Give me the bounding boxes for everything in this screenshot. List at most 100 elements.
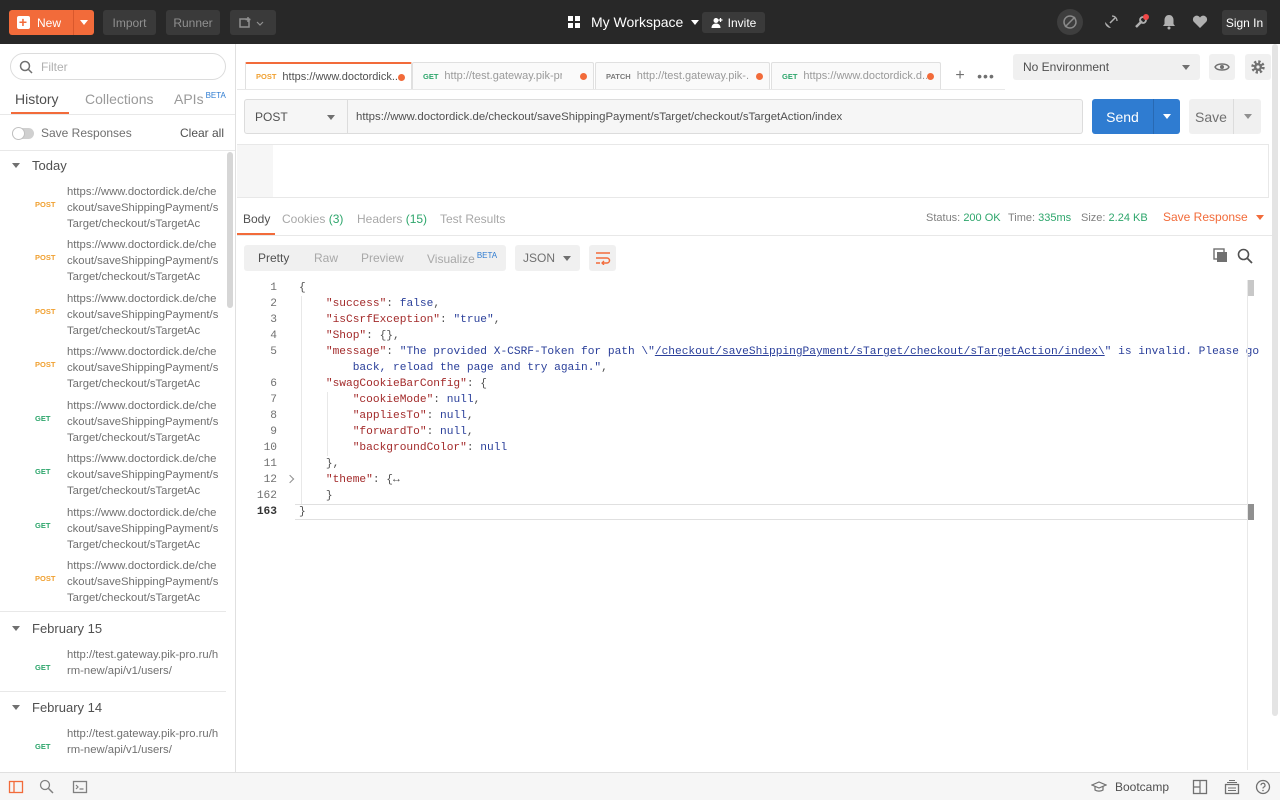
new-window-button[interactable] [230,10,276,35]
url-input[interactable]: https://www.doctordick.de/checkout/saveS… [348,99,1083,134]
group-divider [0,691,226,692]
wrap-glyph [595,252,610,265]
invite-button[interactable]: Invite [702,12,765,33]
bell-icon[interactable] [1159,12,1179,32]
eye-icon[interactable] [1209,54,1235,80]
token: : [426,410,441,422]
help-icon[interactable] [1255,779,1271,795]
sidebar-scrollbar[interactable] [227,152,233,308]
method-badge: POST [35,307,56,316]
token: : [386,346,400,358]
method-select[interactable]: POST [244,99,348,134]
filter-input[interactable] [41,59,211,74]
satellite-icon[interactable] [1101,12,1121,32]
sign-in-button[interactable]: Sign In [1222,10,1267,35]
new-button[interactable]: + New [9,10,94,35]
response-tabs-bar: Body Cookies (3) Headers (15) Test Resul… [237,200,1272,236]
method-badge: PATCH [606,71,631,81]
tab-apis[interactable]: APIs BETA [174,91,226,107]
history-group-today[interactable]: Today [0,152,226,178]
add-user-icon [711,17,723,28]
save-button-label: Save [1195,108,1227,125]
heart-icon[interactable] [1190,12,1210,32]
request-tab[interactable]: GET http://test.gateway.pik-pr... [412,62,594,89]
sync-icon[interactable] [1057,9,1083,35]
clear-all-button[interactable]: Clear all [180,126,224,140]
history-item[interactable]: GET https://www.doctordick.de/checkout/s… [0,504,226,556]
new-tab-plus-icon[interactable]: + [947,62,973,89]
line-number: 6 [270,378,277,390]
search-icon[interactable] [1237,248,1253,264]
console-icon[interactable] [72,779,88,795]
history-item[interactable]: GET http://test.gateway.pik-pro.ru/hrm-n… [0,725,226,772]
request-tab[interactable]: POST https://www.doctordick.... [245,62,412,89]
save-button[interactable]: Save [1189,99,1261,134]
send-button[interactable]: Send [1092,99,1180,134]
workspace-switcher[interactable]: My Workspace [568,12,700,32]
save-responses-toggle[interactable] [12,126,34,140]
bootcamp-button[interactable]: Bootcamp [1091,779,1169,795]
history-item[interactable]: POST https://www.doctordick.de/checkout/… [0,236,226,288]
save-dropdown-caret[interactable] [1234,114,1261,119]
wrap-lines-icon[interactable] [589,245,616,271]
tab-collections[interactable]: Collections [85,91,153,107]
send-dropdown-caret[interactable] [1154,114,1180,119]
request-tab[interactable]: GET https://www.doctordick.d... [771,62,941,89]
line-number: 162 [256,490,277,502]
history-group-feb-14[interactable]: February 14 [0,694,226,720]
filter-field[interactable] [10,53,226,80]
chevron-down-icon [691,19,700,25]
path-link[interactable]: /checkout/saveShippingPayment/sTarget/ch… [655,346,1105,358]
collapsed-value[interactable]: {↔ [386,474,399,486]
tab-body[interactable]: Body [243,212,270,226]
two-pane-view-icon[interactable] [1192,779,1208,795]
history-item[interactable]: GET https://www.doctordick.de/checkout/s… [0,397,226,449]
chevron-down-icon [1243,114,1252,119]
size-value[interactable]: 2.24 KB [1109,212,1148,224]
tab-history[interactable]: History [15,91,59,107]
history-item[interactable]: POST https://www.doctordick.de/checkout/… [0,290,226,342]
view-preview[interactable]: Preview [361,251,404,265]
time-value[interactable]: 335ms [1038,212,1071,224]
status-value[interactable]: 200 OK [963,212,1000,224]
tab-test-results[interactable]: Test Results [440,212,505,226]
gear-icon[interactable] [1245,54,1271,80]
code-scrollbar-thumb[interactable] [1248,280,1254,296]
fold-expand-icon[interactable] [285,474,295,484]
new-dropdown-caret[interactable] [74,20,94,25]
method-badge: GET [423,71,439,81]
history-group-feb-15[interactable]: February 15 [0,615,226,641]
chevron-down-icon [80,20,88,25]
copy-icon[interactable] [1213,248,1229,264]
request-tab[interactable]: PATCH http://test.gateway.pik-... [595,62,770,89]
history-item-url: http://test.gateway.pik-pro.ru/hrm-new/a… [67,649,219,677]
code-scroll-track [1247,280,1248,770]
response-body-code[interactable]: 1{ 2 "success": false, 3 "isCsrfExceptio… [237,280,1259,770]
tab-cookies[interactable]: Cookies (3) [282,212,343,226]
save-response-button[interactable]: Save Response [1163,210,1264,224]
history-item[interactable]: POST https://www.doctordick.de/checkout/… [0,183,226,235]
view-raw[interactable]: Raw [314,251,338,265]
import-button[interactable]: Import [103,10,156,35]
runner-button[interactable]: Runner [166,10,220,35]
browse-icon[interactable] [1224,779,1240,795]
format-select[interactable]: JSON [515,245,580,271]
tab-headers[interactable]: Headers (15) [357,212,427,226]
code-line: 9 "forwardTo": null, [237,424,1247,440]
request-body-editor[interactable] [237,144,1269,198]
view-pretty[interactable]: Pretty [258,251,289,265]
history-item[interactable]: POST https://www.doctordick.de/checkout/… [0,343,226,395]
json-value: null [446,394,474,406]
history-item[interactable]: POST https://www.doctordick.de/checkout/… [0,557,226,609]
main-scrollbar[interactable] [1272,44,1278,716]
more-options-icon[interactable]: ••• [973,62,999,89]
toggle-sidebar-icon[interactable] [8,779,24,795]
view-visualize[interactable]: Visualize BETA [427,251,497,266]
history-item[interactable]: GET https://www.doctordick.de/checkout/s… [0,450,226,502]
environment-select[interactable]: No Environment [1013,54,1200,80]
history-list[interactable]: Today POST https://www.doctordick.de/che… [0,150,235,772]
history-group-title: February 15 [32,620,103,636]
find-replace-icon[interactable] [39,779,55,795]
notification-settings-icon[interactable] [1131,12,1151,32]
method-badge: GET [35,521,51,530]
